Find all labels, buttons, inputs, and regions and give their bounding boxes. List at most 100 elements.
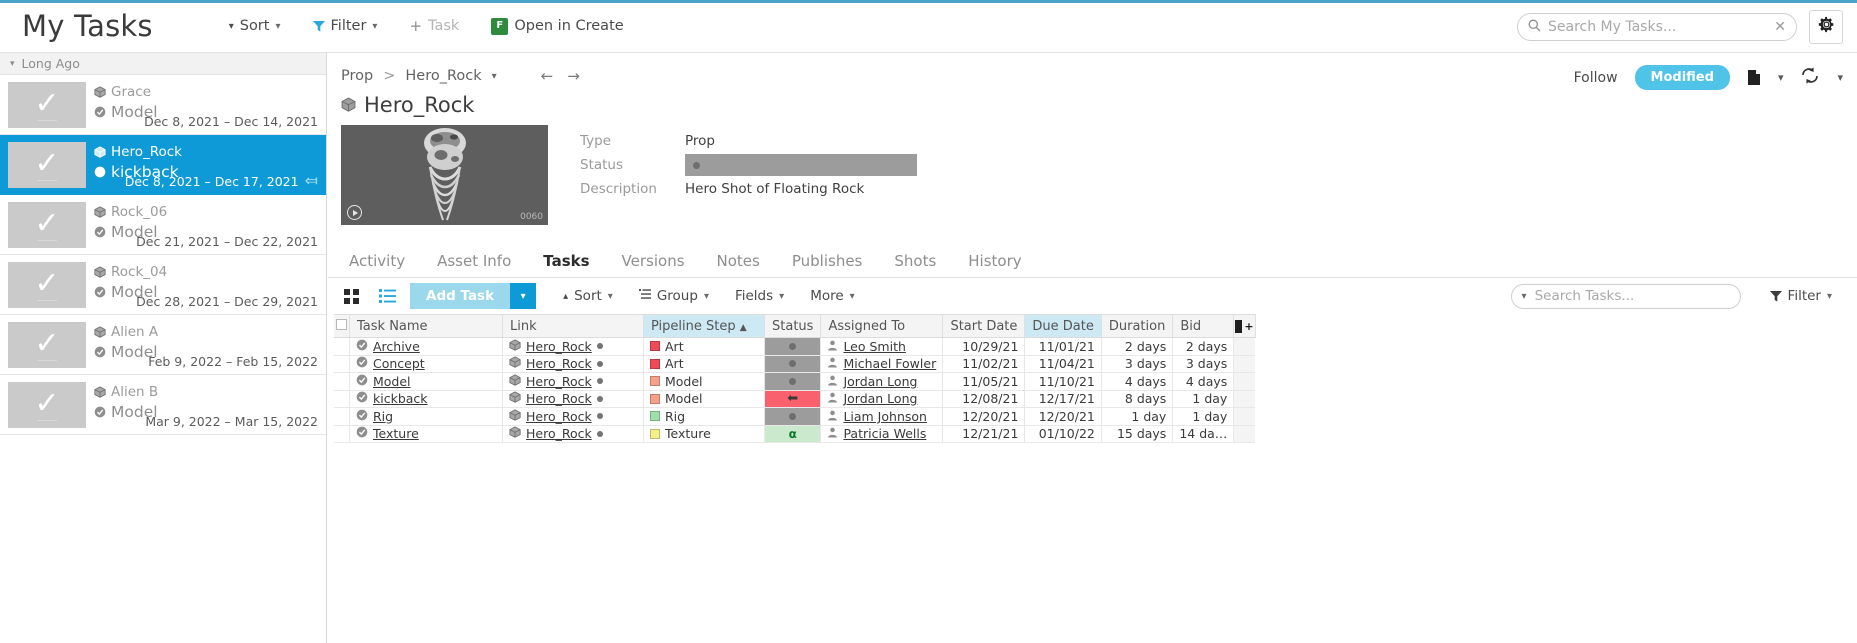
- add-task-dropdown-icon[interactable]: ▾: [510, 283, 537, 309]
- table-row[interactable]: kickback Hero_Rock Model ⬅ Jordan Long 12/08/…: [334, 390, 1256, 408]
- col-duration[interactable]: Duration: [1101, 314, 1174, 338]
- status-field-bar[interactable]: [685, 154, 917, 176]
- sort-button[interactable]: ▾ Sort ▾: [213, 12, 297, 40]
- cell-pipeline-step[interactable]: Model: [643, 390, 765, 408]
- add-task-button[interactable]: + Task: [393, 11, 475, 41]
- sidebar-group-header[interactable]: ▾ Long Ago: [0, 53, 326, 75]
- col-bid[interactable]: Bid: [1172, 314, 1235, 338]
- tasks-group-button[interactable]: Group ▾: [626, 283, 722, 309]
- close-icon[interactable]: ✕: [1774, 19, 1786, 35]
- sidebar-task-item[interactable]: ✓ Rock_04 Model Dec 28, 2021 – Dec 29, 2021: [0, 255, 326, 315]
- cell-link[interactable]: Hero_Rock: [502, 407, 644, 426]
- chevron-down-icon[interactable]: ▾: [1837, 71, 1843, 84]
- filter-button[interactable]: Filter ▾: [297, 12, 394, 40]
- cell-link[interactable]: Hero_Rock: [502, 390, 644, 408]
- cell-duration[interactable]: 1 day: [1101, 407, 1174, 426]
- breadcrumb-parent[interactable]: Prop: [341, 68, 373, 84]
- cell-duration[interactable]: 2 days: [1101, 337, 1174, 356]
- col-pipeline-step[interactable]: Pipeline Step ▲: [643, 314, 765, 338]
- row-checkbox-cell[interactable]: [334, 425, 350, 443]
- col-assigned-to[interactable]: Assigned To: [820, 314, 944, 338]
- cell-status[interactable]: [764, 372, 822, 391]
- cell-bid[interactable]: 1 day: [1172, 407, 1235, 426]
- chevron-down-icon[interactable]: ▾: [492, 71, 497, 82]
- open-in-create-button[interactable]: F Open in Create: [475, 12, 639, 41]
- sidebar-task-item[interactable]: ✓ Alien A Model Feb 9, 2022 – Feb 15, 2022: [0, 315, 326, 375]
- row-checkbox-cell[interactable]: [334, 337, 350, 356]
- cell-status[interactable]: ⬅: [764, 390, 822, 408]
- settings-button[interactable]: [1809, 9, 1843, 44]
- tab-versions[interactable]: Versions: [606, 252, 701, 277]
- sidebar-task-item[interactable]: ✓ Rock_06 Model Dec 21, 2021 – Dec 22, 2021: [0, 195, 326, 255]
- cell-duration[interactable]: 15 days: [1101, 425, 1174, 443]
- cell-task-name[interactable]: Rig: [349, 407, 503, 426]
- cell-task-name[interactable]: kickback: [349, 390, 503, 408]
- cell-assigned-to[interactable]: Jordan Long: [820, 390, 944, 408]
- asset-preview-thumbnail[interactable]: 0060: [341, 125, 548, 225]
- cell-assigned-to[interactable]: Liam Johnson: [820, 407, 944, 426]
- cell-pipeline-step[interactable]: Texture: [643, 425, 765, 443]
- cell-assigned-to[interactable]: Jordan Long: [820, 372, 944, 391]
- cell-start-date[interactable]: 12/21/21: [942, 425, 1026, 443]
- cell-due-date[interactable]: 12/17/21: [1024, 390, 1102, 408]
- cell-status[interactable]: ⍺: [764, 425, 822, 443]
- list-view-icon[interactable]: [369, 289, 406, 303]
- cell-duration[interactable]: 4 days: [1101, 372, 1174, 391]
- sidebar-task-item[interactable]: ✓ Grace Model Dec 8, 2021 – Dec 14, 2021: [0, 75, 326, 135]
- sidebar-task-item[interactable]: ✓ Hero_Rock kickback Dec 8, 2021 – Dec 17, …: [0, 135, 326, 195]
- cell-status[interactable]: [764, 407, 822, 426]
- search-tasks-input[interactable]: ▾ Search Tasks...: [1510, 283, 1741, 309]
- table-row[interactable]: Texture Hero_Rock Texture ⍺ Patricia Wells 12…: [334, 425, 1256, 443]
- cell-start-date[interactable]: 11/02/21: [942, 355, 1026, 373]
- cell-start-date[interactable]: 12/08/21: [942, 390, 1026, 408]
- cell-link[interactable]: Hero_Rock: [502, 372, 644, 391]
- cell-link[interactable]: Hero_Rock: [502, 355, 644, 373]
- cell-link[interactable]: Hero_Rock: [502, 337, 644, 356]
- tasks-sort-button[interactable]: ▴ Sort ▾: [550, 283, 626, 309]
- follow-button[interactable]: Follow: [1574, 70, 1618, 86]
- cell-duration[interactable]: 3 days: [1101, 355, 1174, 373]
- cell-pipeline-step[interactable]: Rig: [643, 407, 765, 426]
- back-arrow-icon[interactable]: ←: [541, 67, 554, 85]
- cell-assigned-to[interactable]: Patricia Wells: [820, 425, 944, 443]
- refresh-icon[interactable]: [1800, 67, 1820, 88]
- cell-assigned-to[interactable]: Michael Fowler: [820, 355, 944, 373]
- cell-bid[interactable]: 14 da…: [1172, 425, 1235, 443]
- cell-pipeline-step[interactable]: Art: [643, 355, 765, 373]
- breadcrumb-current[interactable]: Hero_Rock: [405, 68, 481, 84]
- cell-bid[interactable]: 3 days: [1172, 355, 1235, 373]
- cell-due-date[interactable]: 12/20/21: [1024, 407, 1102, 426]
- tab-history[interactable]: History: [952, 252, 1037, 277]
- cell-start-date[interactable]: 12/20/21: [942, 407, 1026, 426]
- play-icon[interactable]: [347, 205, 362, 220]
- select-all-header[interactable]: [334, 314, 350, 338]
- search-my-tasks-input[interactable]: Search My Tasks... ✕: [1517, 12, 1797, 41]
- table-row[interactable]: Archive Hero_Rock Art Leo Smith 10/29/21 11/0…: [334, 337, 1256, 356]
- tab-asset-info[interactable]: Asset Info: [421, 252, 527, 277]
- cell-status[interactable]: [764, 355, 822, 373]
- cell-bid[interactable]: 2 days: [1172, 337, 1235, 356]
- tasks-filter-button[interactable]: Filter ▾: [1757, 283, 1845, 309]
- cell-bid[interactable]: 1 day: [1172, 390, 1235, 408]
- table-row[interactable]: Concept Hero_Rock Art Michael Fowler 11/02/2…: [334, 355, 1256, 373]
- row-checkbox-cell[interactable]: [334, 407, 350, 426]
- cell-assigned-to[interactable]: Leo Smith: [820, 337, 944, 356]
- table-row[interactable]: Model Hero_Rock Model Jordan Long 11/05/21 11…: [334, 372, 1256, 391]
- add-column-button[interactable]: +: [1233, 314, 1256, 338]
- table-row[interactable]: Rig Hero_Rock Rig Liam Johnson 12/20/21 12/20…: [334, 407, 1256, 426]
- checkbox-icon[interactable]: [336, 318, 347, 330]
- cell-status[interactable]: [764, 337, 822, 356]
- document-icon[interactable]: [1747, 69, 1761, 86]
- cell-link[interactable]: Hero_Rock: [502, 425, 644, 443]
- cell-due-date[interactable]: 11/10/21: [1024, 372, 1102, 391]
- cell-pipeline-step[interactable]: Model: [643, 372, 765, 391]
- chevron-down-icon[interactable]: ▾: [1778, 71, 1784, 84]
- row-checkbox-cell[interactable]: [334, 372, 350, 391]
- col-task-name[interactable]: Task Name: [349, 314, 503, 338]
- tasks-more-button[interactable]: More ▾: [797, 283, 868, 309]
- cell-pipeline-step[interactable]: Art: [643, 337, 765, 356]
- tab-activity[interactable]: Activity: [341, 252, 421, 277]
- cell-due-date[interactable]: 11/04/21: [1024, 355, 1102, 373]
- tasks-fields-button[interactable]: Fields ▾: [722, 283, 797, 309]
- row-checkbox-cell[interactable]: [334, 390, 350, 408]
